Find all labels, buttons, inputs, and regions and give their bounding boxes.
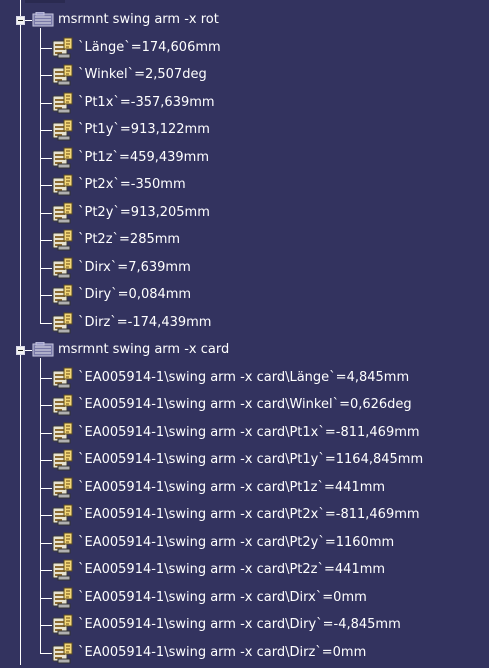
parameter-icon[interactable] xyxy=(52,202,74,224)
parameter-label[interactable]: `EA005914-1\swing arm -x card\Pt2x`=-811… xyxy=(78,506,420,524)
collapse-toggle-icon[interactable] xyxy=(16,16,25,25)
parameter-icon[interactable] xyxy=(52,284,74,306)
tree-connector-line xyxy=(40,625,52,626)
tree-trunk-line xyxy=(20,0,21,665)
tree-connector-line xyxy=(40,542,52,544)
parameter-set-icon[interactable] xyxy=(32,11,54,28)
tree-connector-line xyxy=(40,460,52,461)
parameter-icon[interactable] xyxy=(52,37,74,59)
parameter-icon[interactable] xyxy=(52,64,74,86)
parameter-label[interactable]: `Länge`=174,606mm xyxy=(78,39,221,57)
tree-connector-line xyxy=(40,432,52,434)
parameter-icon[interactable] xyxy=(52,119,74,141)
parameter-icon[interactable] xyxy=(52,422,74,444)
parameter-label[interactable]: `Dirz`=-174,439mm xyxy=(78,314,211,332)
parameter-icon[interactable] xyxy=(52,367,74,389)
tree-connector-line xyxy=(40,295,52,296)
parameter-label[interactable]: `EA005914-1\swing arm -x card\Diry`=-4,8… xyxy=(78,616,401,634)
parameter-set-label[interactable]: msrmnt swing arm -x card xyxy=(58,341,229,359)
parameter-set-icon[interactable] xyxy=(32,341,54,358)
tree-connector-line xyxy=(40,515,52,516)
tree-connector-line xyxy=(40,157,52,159)
tree-connector-line xyxy=(40,597,52,599)
parameter-icon[interactable] xyxy=(52,614,74,636)
tree-top-edge xyxy=(25,0,65,3)
parameter-label[interactable]: `EA005914-1\swing arm -x card\Winkel`=0,… xyxy=(78,396,412,414)
parameter-label[interactable]: `Winkel`=2,507deg xyxy=(78,66,207,84)
parameter-label[interactable]: `EA005914-1\swing arm -x card\Pt1z`=441m… xyxy=(78,479,385,497)
parameter-label[interactable]: `Diry`=0,084mm xyxy=(78,286,191,304)
specification-tree: msrmnt swing arm -x rot `Länge`=174,606mm… xyxy=(0,0,489,665)
parameter-label[interactable]: `Pt2x`=-350mm xyxy=(78,176,186,194)
parameter-label[interactable]: `Pt1x`=-357,639mm xyxy=(78,94,215,112)
tree-connector-line xyxy=(40,267,52,269)
parameter-icon[interactable] xyxy=(52,92,74,114)
parameter-label[interactable]: `EA005914-1\swing arm -x card\Pt2z`=441m… xyxy=(78,561,385,579)
parameter-icon[interactable] xyxy=(52,229,74,251)
tree-connector-line xyxy=(25,350,32,351)
parameter-icon[interactable] xyxy=(52,174,74,196)
parameter-icon[interactable] xyxy=(52,642,74,664)
tree-connector-line xyxy=(40,47,52,49)
parameter-label[interactable]: `EA005914-1\swing arm -x card\Länge`=4,8… xyxy=(78,369,409,387)
parameter-icon[interactable] xyxy=(52,532,74,554)
parameter-label[interactable]: `EA005914-1\swing arm -x card\Pt1x`=-811… xyxy=(78,424,420,442)
tree-connector-line xyxy=(40,487,52,489)
parameter-icon[interactable] xyxy=(52,477,74,499)
parameter-label[interactable]: `EA005914-1\swing arm -x card\Dirx`=0mm xyxy=(78,589,367,607)
tree-connector-line xyxy=(40,102,52,104)
parameter-icon[interactable] xyxy=(52,312,74,334)
parameter-label[interactable]: `Dirx`=7,639mm xyxy=(78,259,191,277)
parameter-icon[interactable] xyxy=(52,587,74,609)
parameter-label[interactable]: `Pt1y`=913,122mm xyxy=(78,121,210,139)
parameter-icon[interactable] xyxy=(52,394,74,416)
parameter-label[interactable]: `Pt2y`=913,205mm xyxy=(78,204,210,222)
parameter-icon[interactable] xyxy=(52,504,74,526)
parameter-icon[interactable] xyxy=(52,559,74,581)
parameter-icon[interactable] xyxy=(52,257,74,279)
parameter-set-label[interactable]: msrmnt swing arm -x rot xyxy=(58,11,219,29)
tree-connector-line xyxy=(40,212,52,214)
parameter-label[interactable]: `EA005914-1\swing arm -x card\Pt2y`=1160… xyxy=(78,534,394,552)
parameter-label[interactable]: `Pt1z`=459,439mm xyxy=(78,149,209,167)
parameter-label[interactable]: `EA005914-1\swing arm -x card\Pt1y`=1164… xyxy=(78,451,423,469)
parameter-label[interactable]: `Pt2z`=285mm xyxy=(78,231,180,249)
parameter-icon[interactable] xyxy=(52,147,74,169)
tree-connector-line xyxy=(40,405,52,406)
tree-branch-line xyxy=(40,358,41,653)
tree-connector-line xyxy=(40,75,52,76)
tree-branch-line xyxy=(40,28,41,323)
parameter-icon[interactable] xyxy=(52,449,74,471)
parameter-label[interactable]: `EA005914-1\swing arm -x card\Dirz`=0mm xyxy=(78,644,366,662)
tree-connector-line xyxy=(40,652,52,654)
collapse-toggle-icon[interactable] xyxy=(16,346,25,355)
tree-connector-line xyxy=(40,130,52,131)
tree-connector-line xyxy=(40,185,52,186)
tree-connector-line xyxy=(40,240,52,241)
tree-connector-line xyxy=(40,322,52,324)
tree-connector-line xyxy=(25,20,32,21)
tree-connector-line xyxy=(40,570,52,571)
tree-connector-line xyxy=(40,377,52,379)
